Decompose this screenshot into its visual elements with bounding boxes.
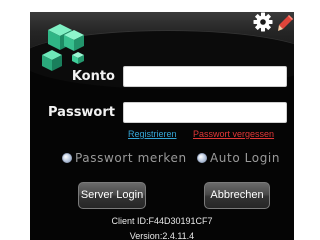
gear-icon[interactable]: [253, 12, 273, 32]
remember-password-radio[interactable]: [62, 153, 72, 163]
passwort-label: Passwort: [48, 105, 115, 120]
client-id-text: Client ID:F44D30191CF7: [111, 216, 213, 226]
register-link[interactable]: Registrieren: [128, 129, 177, 139]
passwort-input[interactable]: [123, 102, 287, 123]
konto-input[interactable]: [123, 66, 287, 87]
remember-password-option[interactable]: Passwort merken: [62, 150, 187, 166]
auto-login-radio[interactable]: [197, 153, 207, 163]
forgot-password-link[interactable]: Passwort vergessen: [193, 129, 274, 139]
cancel-button[interactable]: Abbrechen: [204, 182, 270, 209]
konto-label: Konto: [71, 69, 115, 84]
server-login-button[interactable]: Server Login: [78, 182, 146, 209]
login-window: Konto Passwort Registrieren Passwort ver…: [30, 12, 294, 240]
auto-login-label: Auto Login: [210, 151, 281, 165]
pencil-icon[interactable]: [277, 14, 294, 32]
version-text: Version:2.4.11.4: [129, 231, 195, 240]
auto-login-option[interactable]: Auto Login: [197, 150, 280, 166]
remember-password-label: Passwort merken: [75, 151, 187, 165]
